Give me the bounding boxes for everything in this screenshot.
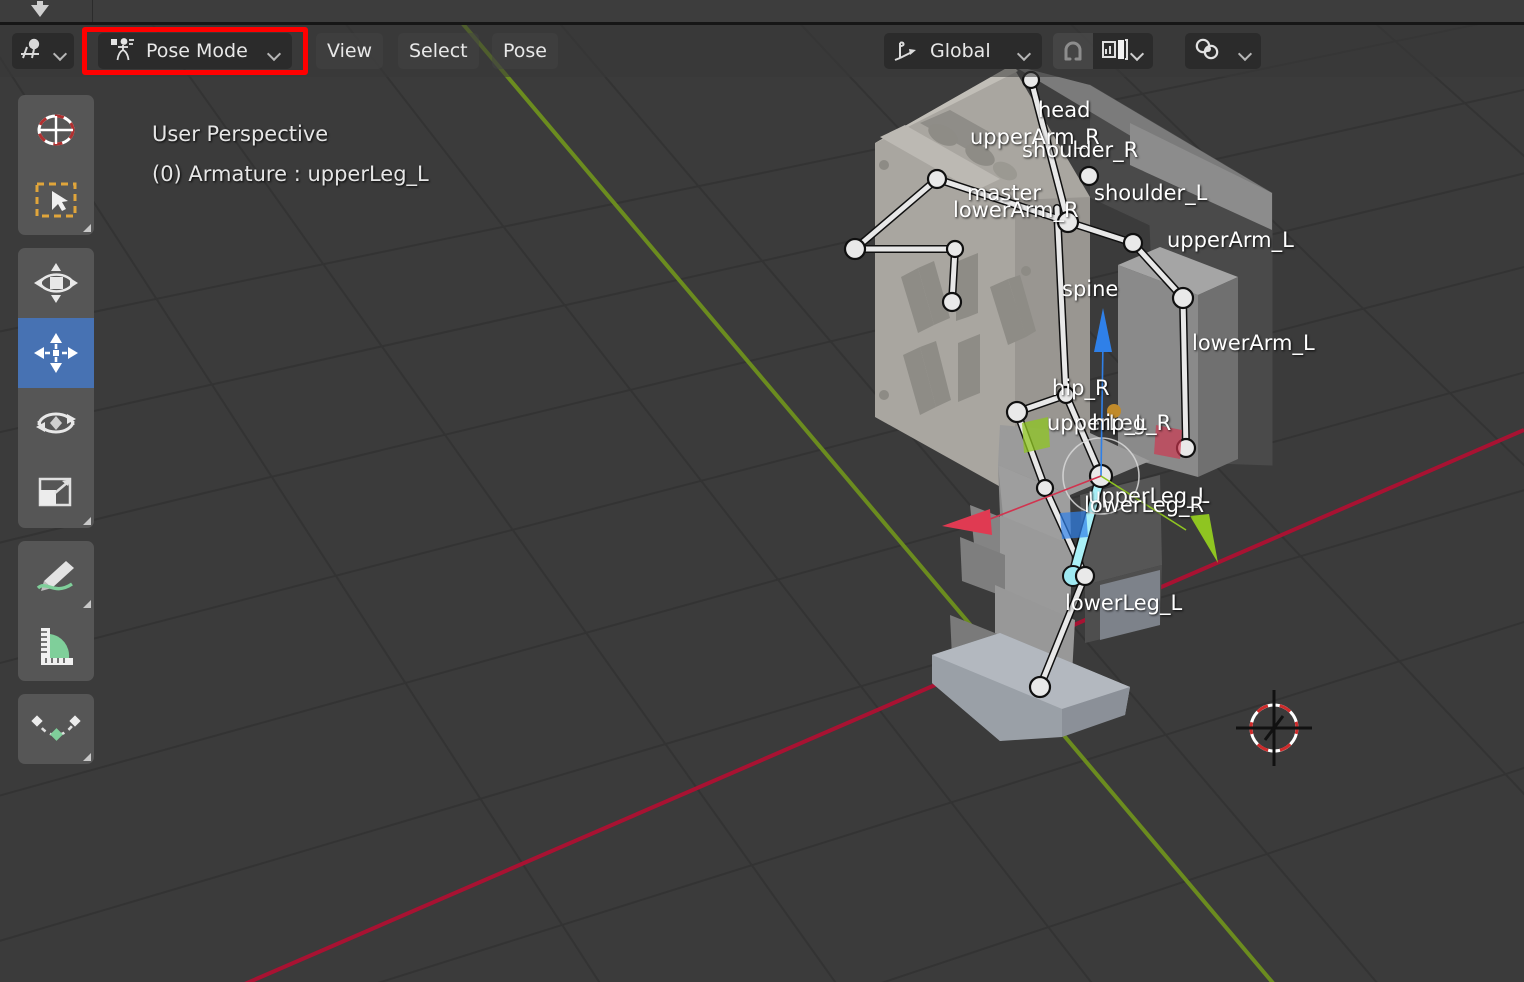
- menu-select[interactable]: Select: [398, 33, 479, 69]
- blender-window: User Perspective (0) Armature : upperLeg…: [0, 0, 1524, 982]
- 3d-viewport-icon: [19, 38, 43, 65]
- chevron-down-icon: [1018, 40, 1031, 62]
- transform-orientation-axes-icon: [894, 37, 920, 66]
- chevron-down-icon: [54, 40, 67, 62]
- tool-submenu-corner[interactable]: [83, 224, 91, 232]
- mode-label: Pose Mode: [146, 40, 248, 62]
- bone-label-spine: spine: [1062, 277, 1119, 301]
- top-strip-left-segment[interactable]: [0, 0, 93, 22]
- gizmo-axis-y-arrow: [1190, 514, 1218, 563]
- toolbar-group-bone: [18, 694, 94, 764]
- bone-label-hip_R: hip_R: [1052, 376, 1110, 400]
- transform-orientation-dropdown[interactable]: Global: [884, 33, 1042, 69]
- tool-bone-curve[interactable]: [18, 694, 94, 764]
- top-strip-right-segment: [93, 0, 1524, 22]
- tool-select-box[interactable]: [18, 165, 94, 235]
- toolbar-group-annotate: [18, 541, 94, 681]
- bone-label-lowerLeg_R: lowerLeg_R: [1084, 493, 1205, 517]
- editor-type-selector[interactable]: [12, 33, 74, 69]
- bone-label-lowerLeg_L: lowerLeg_L: [1065, 591, 1183, 615]
- select-box-icon: [35, 182, 77, 218]
- chevron-down-icon: [1131, 42, 1144, 61]
- tool-submenu-corner[interactable]: [83, 600, 91, 608]
- menu-pose[interactable]: Pose: [492, 33, 558, 69]
- move-icon: [34, 333, 78, 373]
- rotate-icon: [36, 412, 76, 434]
- snap-mode-dropdown[interactable]: [1093, 33, 1153, 69]
- pose-mode-icon: [110, 37, 136, 66]
- bone-label-upperArm_L: upperArm_L: [1167, 228, 1294, 252]
- tool-rotate[interactable]: [18, 388, 94, 458]
- bone-label-hip_L: hip_L: [1092, 411, 1147, 435]
- tool-submenu-corner[interactable]: [83, 517, 91, 525]
- snap-controls: [1053, 33, 1153, 69]
- snap-magnet-toggle[interactable]: [1053, 33, 1093, 69]
- proportional-editing-dropdown[interactable]: [1185, 33, 1261, 69]
- measure-ruler-icon: [41, 628, 73, 665]
- viewport-view-name: User Perspective: [152, 122, 329, 146]
- scale-icon: [38, 477, 72, 507]
- bone-label-shoulder_R: shoulder_R: [1022, 138, 1139, 162]
- down-arrow-icon[interactable]: [31, 5, 49, 17]
- viewport-object-info: (0) Armature : upperLeg_L: [152, 162, 429, 186]
- tool-scale[interactable]: [18, 458, 94, 528]
- toolbar-group-transform: [18, 248, 94, 528]
- top-collapsed-strip: [0, 0, 1524, 22]
- annotate-pencil-icon: [36, 561, 74, 591]
- bone-label-head: head: [1038, 98, 1091, 122]
- viewport-header: Pose Mode View Select Pose Global: [0, 25, 1524, 77]
- orientation-label: Global: [930, 40, 991, 62]
- 3d-cursor-icon: [1236, 690, 1312, 766]
- gizmo-plane-xz-handle: [1022, 417, 1050, 453]
- transform-icon: [34, 263, 78, 303]
- bone-label-lowerArm_R: lowerArm_R: [953, 198, 1079, 222]
- proportional-editing-circles-icon: [1194, 37, 1222, 66]
- snap-increment-icon: [1101, 37, 1131, 65]
- bone-label-lowerArm_L: lowerArm_L: [1192, 331, 1315, 355]
- gizmo-axis-z-arrow: [1094, 308, 1112, 352]
- chevron-down-icon: [268, 40, 281, 62]
- gizmo-axis-x-arrow: [942, 509, 992, 535]
- chevron-down-icon: [1239, 40, 1252, 62]
- tool-cursor[interactable]: [18, 95, 94, 165]
- tool-transform[interactable]: [18, 248, 94, 318]
- bendy-bone-curve-icon: [31, 715, 81, 741]
- tool-move[interactable]: [18, 318, 94, 388]
- mode-dropdown[interactable]: Pose Mode: [98, 33, 292, 69]
- menu-view[interactable]: View: [316, 33, 384, 69]
- tool-annotate[interactable]: [18, 541, 94, 611]
- viewport-toolbar: [18, 95, 94, 777]
- gizmo-axis-z-line: [1100, 339, 1104, 477]
- 3d-viewport[interactable]: User Perspective (0) Armature : upperLeg…: [0, 25, 1524, 982]
- tool-measure[interactable]: [18, 611, 94, 681]
- toolbar-group-select: [18, 95, 94, 235]
- tool-submenu-corner[interactable]: [83, 753, 91, 761]
- bone-label-shoulder_L: shoulder_L: [1094, 181, 1208, 205]
- 3d-cursor-icon: [37, 114, 75, 146]
